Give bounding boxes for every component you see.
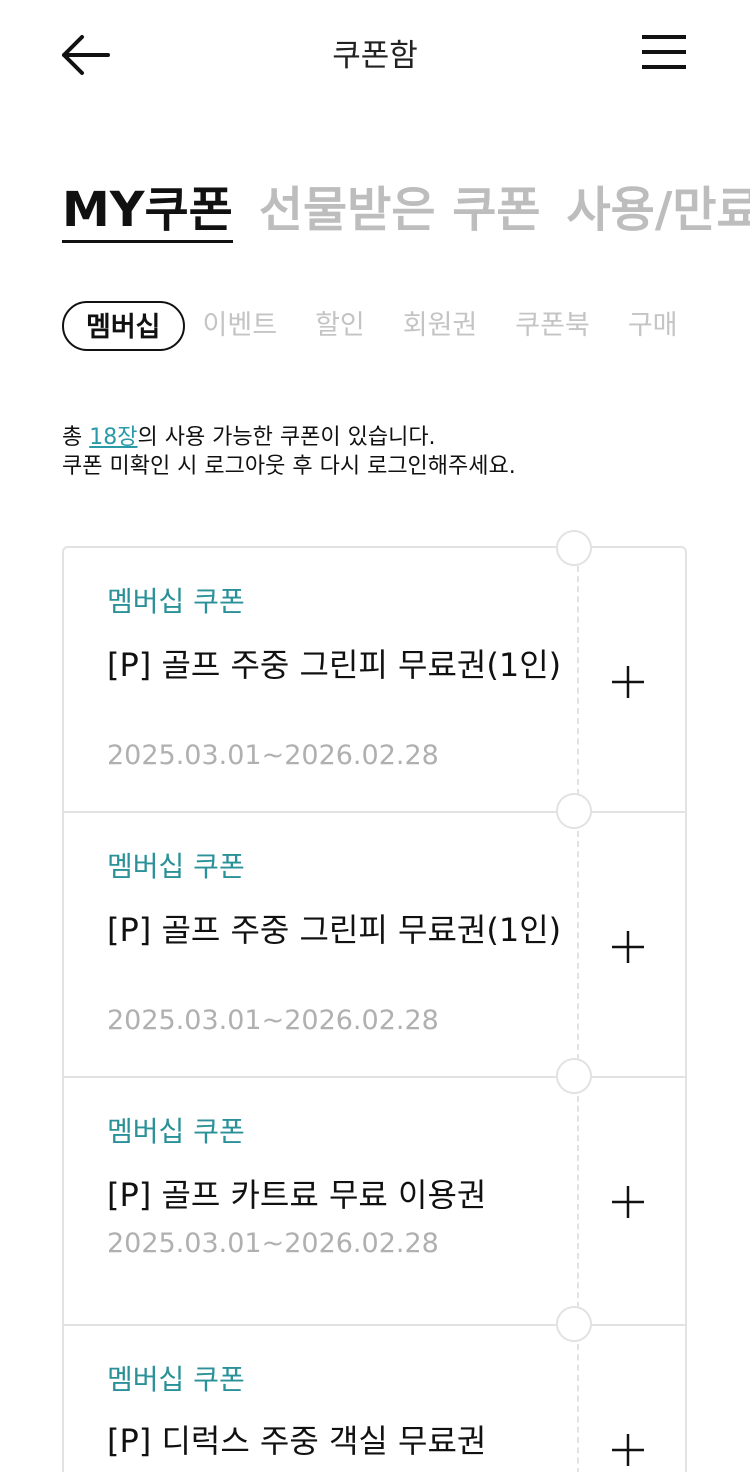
chip-purchase[interactable]: 구매 [628,301,678,351]
coupon-expand-button[interactable] [604,658,652,706]
chip-membership-pass[interactable]: 회원권 [403,301,478,351]
coupon-card[interactable]: 멤버십 쿠폰 [P] 골프 주중 그린피 무료권(1인) 2025.03.01~… [62,546,687,811]
coupon-name: [P] 골프 주중 그린피 무료권(1인) [107,911,562,949]
coupon-type: 멤버십 쿠폰 [107,585,245,618]
coupon-divider [577,1096,579,1308]
plus-icon [612,931,644,963]
coupon-count-link[interactable]: 18장 [89,425,137,450]
coupon-name: [P] 골프 주중 그린피 무료권(1인) [107,646,562,684]
coupon-period: 2025.03.01~2026.02.28 [107,1005,439,1036]
coupon-divider [577,831,579,1060]
plus-icon [612,1186,644,1218]
coupon-list: 멤버십 쿠폰 [P] 골프 주중 그린피 무료권(1인) 2025.03.01~… [62,530,687,1472]
ticket-notch [556,1306,592,1342]
coupon-name: [P] 골프 카트료 무료 이용권 [107,1176,487,1214]
chip-discount[interactable]: 할인 [315,301,365,351]
plus-icon [612,666,644,698]
coupon-divider [577,566,579,795]
notice-relogin-text: 쿠폰 미확인 시 로그아웃 후 다시 로그인해주세요. [62,454,516,479]
ticket-notch [556,1058,592,1094]
chip-membership[interactable]: 멤버십 [62,301,185,351]
menu-button[interactable] [636,30,692,76]
tab-gift-coupon[interactable]: 선물받은 쿠폰 [259,180,541,240]
chip-event[interactable]: 이벤트 [203,301,278,351]
tab-used-expired[interactable]: 사용/만료 [567,180,750,240]
coupon-count-line: 총 18장의 사용 가능한 쿠폰이 있습니다. [62,423,742,452]
coupon-card[interactable]: 멤버십 쿠폰 [P] 디럭스 주중 객실 무료권 [62,1324,687,1472]
coupon-type: 멤버십 쿠폰 [107,850,245,883]
coupon-expand-button[interactable] [604,1178,652,1226]
coupon-type: 멤버십 쿠폰 [107,1115,245,1148]
notice-prefix: 총 [62,425,90,450]
ticket-notch [556,793,592,829]
category-chips: 멤버십 이벤트 할인 회원권 쿠폰북 구매 [62,301,750,357]
coupon-card[interactable]: 멤버십 쿠폰 [P] 골프 주중 그린피 무료권(1인) 2025.03.01~… [62,811,687,1076]
coupon-period: 2025.03.01~2026.02.28 [107,740,439,771]
hamburger-menu-icon [642,35,686,69]
coupon-period: 2025.03.01~2026.02.28 [107,1228,439,1259]
coupon-divider [577,1344,579,1472]
tab-my-coupon[interactable]: MY쿠폰 [62,180,233,243]
coupon-type: 멤버십 쿠폰 [107,1363,245,1396]
notice-suffix: 의 사용 가능한 쿠폰이 있습니다. [137,425,436,450]
main-tabs: MY쿠폰 선물받은 쿠폰 사용/만료 [62,180,750,250]
ticket-notch [556,530,592,566]
plus-icon [612,1434,644,1466]
coupon-card[interactable]: 멤버십 쿠폰 [P] 골프 카트료 무료 이용권 2025.03.01~2026… [62,1076,687,1324]
chip-coupon-book[interactable]: 쿠폰북 [515,301,590,351]
coupon-notice: 총 18장의 사용 가능한 쿠폰이 있습니다. 쿠폰 미확인 시 로그아웃 후 … [62,423,742,481]
app-header: 쿠폰함 [0,0,750,112]
coupon-expand-button[interactable] [604,923,652,971]
coupon-name: [P] 디럭스 주중 객실 무료권 [107,1422,487,1460]
coupon-expand-button[interactable] [604,1426,652,1472]
